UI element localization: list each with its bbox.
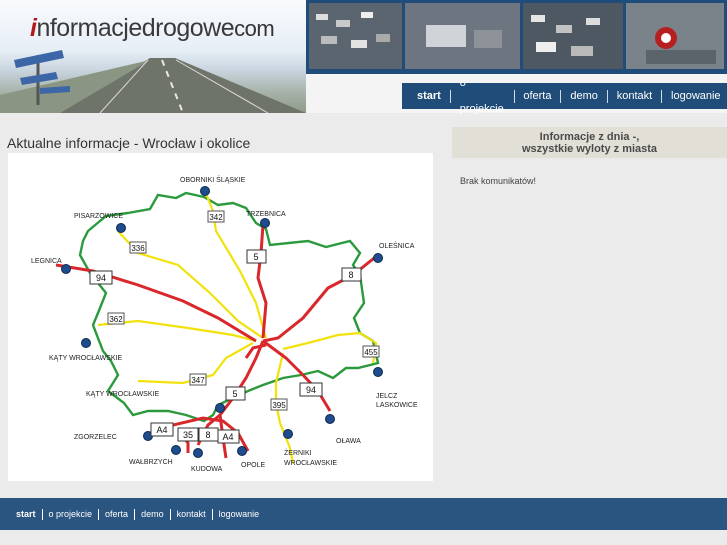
footer-nav-o-projekcie[interactable]: o projekcie [43, 509, 99, 519]
road-label: 362 [109, 315, 123, 324]
page-title: Aktualne informacje - Wrocław i okolice [7, 135, 251, 151]
road-label: 336 [131, 244, 145, 253]
road-label: 347 [191, 376, 205, 385]
road-label: 5 [253, 252, 258, 262]
nav-start[interactable]: start [408, 83, 450, 109]
nav-separator [661, 89, 663, 103]
place-label: WAŁBRZYCH [129, 459, 173, 466]
footer-navigation: start o projekcie oferta demo kontakt lo… [10, 498, 265, 530]
info-heading-line2: wszystkie wyloty z miasta [521, 143, 658, 155]
footer: start o projekcie oferta demo kontakt lo… [0, 498, 727, 530]
place-label: WROCŁAWSKIE [284, 460, 337, 467]
place-label: KĄTY WROCŁAWSKIE [86, 391, 159, 398]
nav-oferta[interactable]: oferta [514, 83, 560, 109]
road-label: 8 [348, 270, 353, 280]
traffic-map[interactable]: 342 336 5 8 94 362 455 347 5 94 395 A4 3… [8, 153, 433, 481]
road-label: A4 [222, 432, 233, 442]
place-label: OLEŚNICA [379, 241, 415, 250]
place-label: LASKOWICE [376, 402, 418, 409]
footer-nav-oferta[interactable]: oferta [99, 509, 134, 519]
info-heading-line1: Informacje z dnia -, [539, 131, 640, 143]
place-label: PISARZOWICE [74, 213, 123, 220]
place-label: JELCZ [376, 393, 398, 400]
road-label: 35 [183, 430, 193, 440]
nav-separator [606, 89, 608, 103]
road-label: 395 [272, 401, 286, 410]
traffic-photo-strip [306, 0, 727, 74]
site-logo: informacjedrogowe.com [30, 14, 275, 42]
place-label: KĄTY WROCŁAWSKIE [49, 355, 122, 362]
place-label: OŁAWA [336, 438, 361, 445]
info-panel-header: Informacje z dnia -, wszystkie wyloty z … [452, 127, 727, 158]
footer-nav-start[interactable]: start [10, 509, 42, 519]
road-label: 94 [306, 385, 316, 395]
nav-separator [449, 89, 451, 103]
road-label: 5 [232, 389, 237, 399]
header: informacjedrogowe.com start o projekcie … [0, 0, 727, 115]
nav-separator [560, 89, 562, 103]
place-label: KUDOWA [191, 466, 223, 473]
place-label: OBORNIKI ŚLĄSKIE [180, 175, 246, 184]
road-label: 455 [364, 348, 378, 357]
place-label: OPOLE [241, 462, 265, 469]
nav-logowanie[interactable]: logowanie [662, 83, 727, 109]
footer-nav-kontakt[interactable]: kontakt [171, 509, 212, 519]
place-label: ZGORZELEC [74, 434, 117, 441]
main-navigation: start o projekcie oferta demo kontakt lo… [402, 77, 727, 115]
place-label: LEGNICA [31, 258, 62, 265]
nav-demo[interactable]: demo [561, 83, 607, 109]
road-map: 342 336 5 8 94 362 455 347 5 94 395 A4 3… [31, 175, 418, 473]
nav-o-projekcie[interactable]: o projekcie [451, 70, 514, 122]
nav-kontakt[interactable]: kontakt [608, 83, 661, 109]
place-label: TRZEBNICA [246, 211, 286, 218]
road-label: 8 [205, 430, 210, 440]
footer-nav-logowanie[interactable]: logowanie [213, 509, 266, 519]
footer-nav-demo[interactable]: demo [135, 509, 170, 519]
road-label: 94 [96, 273, 106, 283]
no-messages-text: Brak komunikatów! [460, 176, 537, 186]
road-label: 342 [209, 213, 223, 222]
nav-separator [513, 89, 515, 103]
road-label: A4 [156, 425, 167, 435]
place-label: ŻERNIKI [284, 448, 312, 457]
logo-banner[interactable]: informacjedrogowe.com [0, 0, 306, 113]
traffic-photos [309, 3, 724, 69]
